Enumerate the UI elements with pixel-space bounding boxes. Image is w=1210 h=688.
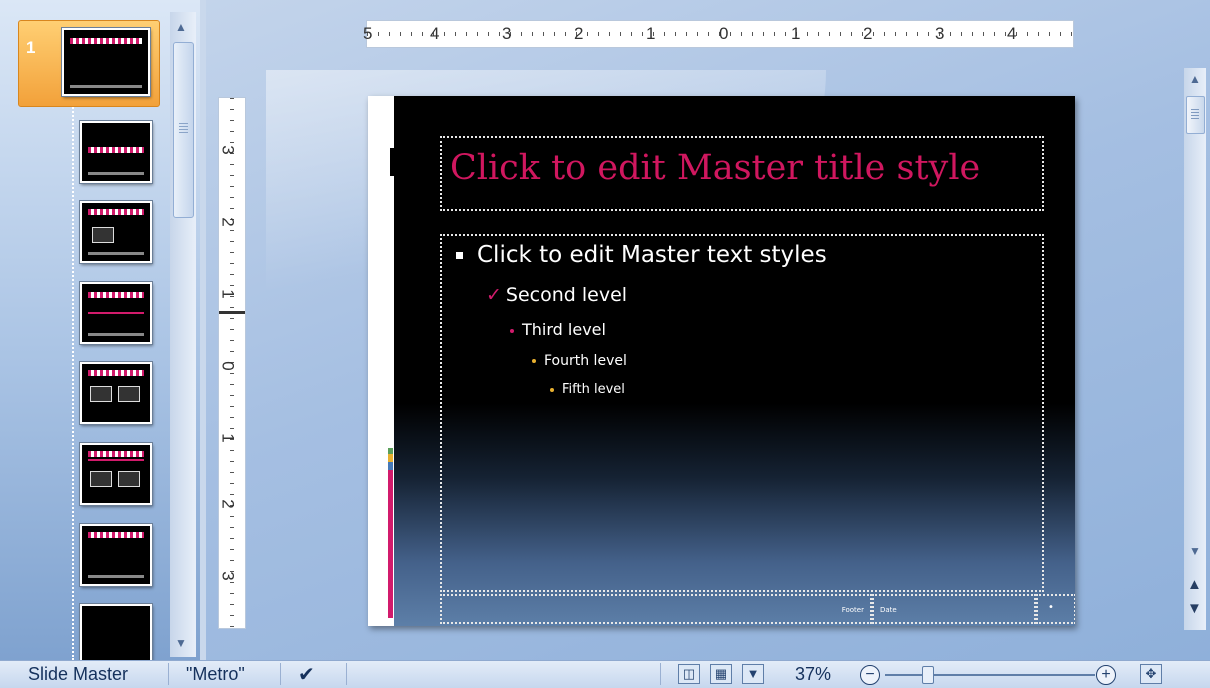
zoom-slider-track[interactable] bbox=[885, 674, 1095, 676]
text-level-1[interactable]: Click to edit Master text styles bbox=[456, 242, 827, 268]
title-notch bbox=[390, 148, 398, 176]
ruler-label: 3 bbox=[502, 24, 512, 43]
view-name-label: Slide Master bbox=[28, 664, 129, 684]
footer-text: Footer bbox=[841, 606, 864, 614]
ruler-label: 0 bbox=[719, 24, 729, 43]
ruler-label: 3 bbox=[218, 571, 238, 581]
ruler-label: 3 bbox=[935, 24, 945, 43]
level-4-label: Fourth level bbox=[544, 353, 627, 369]
ruler-label: 1 bbox=[791, 24, 801, 43]
layout-thumbnail-title-content[interactable] bbox=[79, 200, 153, 264]
slide-number-icon: • bbox=[1048, 602, 1054, 613]
thumbnail-scrollbar[interactable]: ▲ ▼ bbox=[170, 12, 196, 657]
text-level-3[interactable]: Third level bbox=[510, 320, 606, 339]
slide-number-placeholder[interactable]: • bbox=[1036, 594, 1075, 624]
previous-slide-icon[interactable]: ▲ bbox=[1187, 576, 1202, 593]
slide-sorter-view-icon[interactable]: ▦ bbox=[710, 664, 732, 684]
ruler-label: 0 bbox=[218, 361, 238, 371]
layout-thumbnail-comparison[interactable] bbox=[79, 442, 153, 506]
master-title-text[interactable]: Click to edit Master title style bbox=[450, 148, 980, 188]
level-1-label: Click to edit Master text styles bbox=[477, 242, 827, 268]
accent-bar bbox=[388, 448, 393, 618]
scroll-up-arrow-icon[interactable]: ▲ bbox=[175, 20, 187, 34]
slide-number: 1 bbox=[26, 38, 36, 57]
slide-master-canvas[interactable]: Click to edit Master title style Click t… bbox=[368, 96, 1075, 626]
theme-name-label: "Metro" bbox=[186, 664, 245, 684]
slide-editing-area[interactable]: 5 4 3 2 1 0 1 2 3 4 3 2 1 0 1 2 3 Click … bbox=[206, 0, 1210, 660]
scrollbar-thumb[interactable] bbox=[173, 42, 194, 218]
zoom-in-icon[interactable]: + bbox=[1096, 665, 1116, 685]
ruler-position-marker bbox=[219, 311, 245, 314]
slide-show-icon[interactable]: ▼ bbox=[742, 664, 764, 684]
layout-thumbnail-section-header[interactable] bbox=[79, 281, 153, 345]
ruler-label: 2 bbox=[863, 24, 873, 43]
dot-bullet-icon bbox=[532, 359, 536, 363]
ruler-label: 4 bbox=[430, 24, 440, 43]
spell-check-icon[interactable]: ✔ bbox=[298, 662, 315, 687]
title-placeholder[interactable]: Click to edit Master title style bbox=[440, 136, 1044, 211]
zoom-slider-thumb[interactable] bbox=[922, 666, 934, 684]
layout-thumbnail-two-content[interactable] bbox=[79, 361, 153, 425]
vertical-ruler[interactable]: 3 2 1 0 1 2 3 bbox=[218, 97, 246, 629]
footer-placeholder[interactable]: Footer bbox=[440, 594, 872, 624]
date-placeholder[interactable]: Date bbox=[872, 594, 1036, 624]
ruler-label: 1 bbox=[218, 289, 238, 299]
square-bullet-icon bbox=[456, 252, 463, 259]
scroll-down-arrow-icon[interactable]: ▼ bbox=[175, 636, 187, 650]
scroll-up-arrow-icon[interactable]: ▲ bbox=[1189, 72, 1201, 86]
dot-bullet-icon bbox=[510, 328, 514, 333]
layout-thumbnail-title-only[interactable] bbox=[79, 523, 153, 587]
ruler-label: 1 bbox=[646, 24, 656, 43]
horizontal-ruler[interactable]: 5 4 3 2 1 0 1 2 3 4 bbox=[363, 20, 1074, 48]
checkmark-bullet-icon: ✓ bbox=[486, 284, 502, 306]
normal-view-icon[interactable]: ◫ bbox=[678, 664, 700, 684]
zoom-level[interactable]: 37% bbox=[795, 664, 831, 685]
ruler-label: 3 bbox=[218, 145, 238, 155]
level-5-label: Fifth level bbox=[562, 382, 625, 397]
status-bar: Slide Master "Metro" ✔ ◫ ▦ ▼ 37% − + ✥ bbox=[0, 660, 1210, 688]
next-slide-icon[interactable]: ▼ bbox=[1187, 600, 1202, 617]
ruler-label: 2 bbox=[218, 499, 238, 509]
slide-master-thumbnail[interactable] bbox=[61, 27, 151, 97]
fit-to-window-icon[interactable]: ✥ bbox=[1140, 664, 1162, 684]
text-level-2[interactable]: ✓ Second level bbox=[486, 284, 627, 306]
scrollbar-thumb[interactable] bbox=[1186, 96, 1205, 134]
ruler-label: 1 bbox=[218, 433, 238, 443]
ruler-label: 2 bbox=[574, 24, 584, 43]
dot-bullet-icon bbox=[550, 387, 554, 392]
layout-connector-line bbox=[72, 100, 74, 660]
scroll-down-arrow-icon[interactable]: ▼ bbox=[1189, 544, 1201, 558]
layout-thumbnail-blank[interactable] bbox=[79, 603, 153, 660]
text-level-5[interactable]: Fifth level bbox=[550, 382, 625, 397]
layout-thumbnail-title[interactable] bbox=[79, 120, 153, 184]
level-3-label: Third level bbox=[522, 320, 606, 339]
slide-vertical-scrollbar[interactable]: ▲ ▼ ▲ ▼ bbox=[1184, 68, 1206, 630]
text-level-4[interactable]: Fourth level bbox=[532, 353, 627, 369]
zoom-out-icon[interactable]: − bbox=[860, 665, 880, 685]
ruler-label: 2 bbox=[218, 217, 238, 227]
ruler-label: 4 bbox=[1007, 24, 1017, 43]
body-text-placeholder[interactable]: Click to edit Master text styles ✓ Second… bbox=[440, 234, 1044, 592]
level-2-label: Second level bbox=[505, 284, 628, 306]
ruler-label: 5 bbox=[363, 24, 373, 43]
date-text: Date bbox=[880, 606, 897, 614]
